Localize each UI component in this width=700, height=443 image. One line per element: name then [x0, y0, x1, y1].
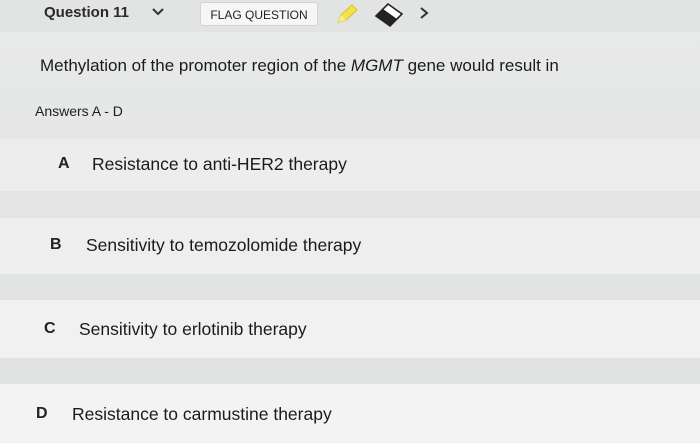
question-text-end: gene would result in [402, 56, 559, 75]
option-b[interactable]: B Sensitivity to temozolomide therapy [0, 218, 700, 274]
eraser-icon[interactable] [372, 0, 406, 28]
question-number: Question 11 [44, 4, 130, 21]
option-letter: B [50, 236, 62, 253]
option-letter: D [36, 405, 48, 422]
gene-name: MGMT [350, 56, 403, 75]
option-a[interactable]: A Resistance to anti-HER2 therapy [0, 139, 700, 191]
option-text: Resistance to anti-HER2 therapy [92, 154, 347, 174]
flag-question-button[interactable]: FLAG QUESTION [200, 2, 318, 26]
pencil-icon[interactable] [334, 2, 360, 26]
answers-label: Answers A - D [35, 103, 123, 119]
option-text: Sensitivity to temozolomide therapy [86, 235, 362, 255]
option-d[interactable]: D Resistance to carmustine therapy [0, 384, 700, 443]
chevron-right-icon[interactable] [418, 6, 430, 20]
option-letter: A [58, 155, 70, 172]
chevron-down-icon[interactable] [150, 6, 166, 18]
option-text: Resistance to carmustine therapy [72, 404, 332, 424]
option-text: Sensitivity to erlotinib therapy [79, 319, 307, 339]
option-letter: C [44, 320, 56, 337]
question-text-start: Methylation of the promoter region of th… [40, 56, 351, 75]
option-c[interactable]: C Sensitivity to erlotinib therapy [0, 300, 700, 358]
question-text: Methylation of the promoter region of th… [40, 56, 559, 76]
